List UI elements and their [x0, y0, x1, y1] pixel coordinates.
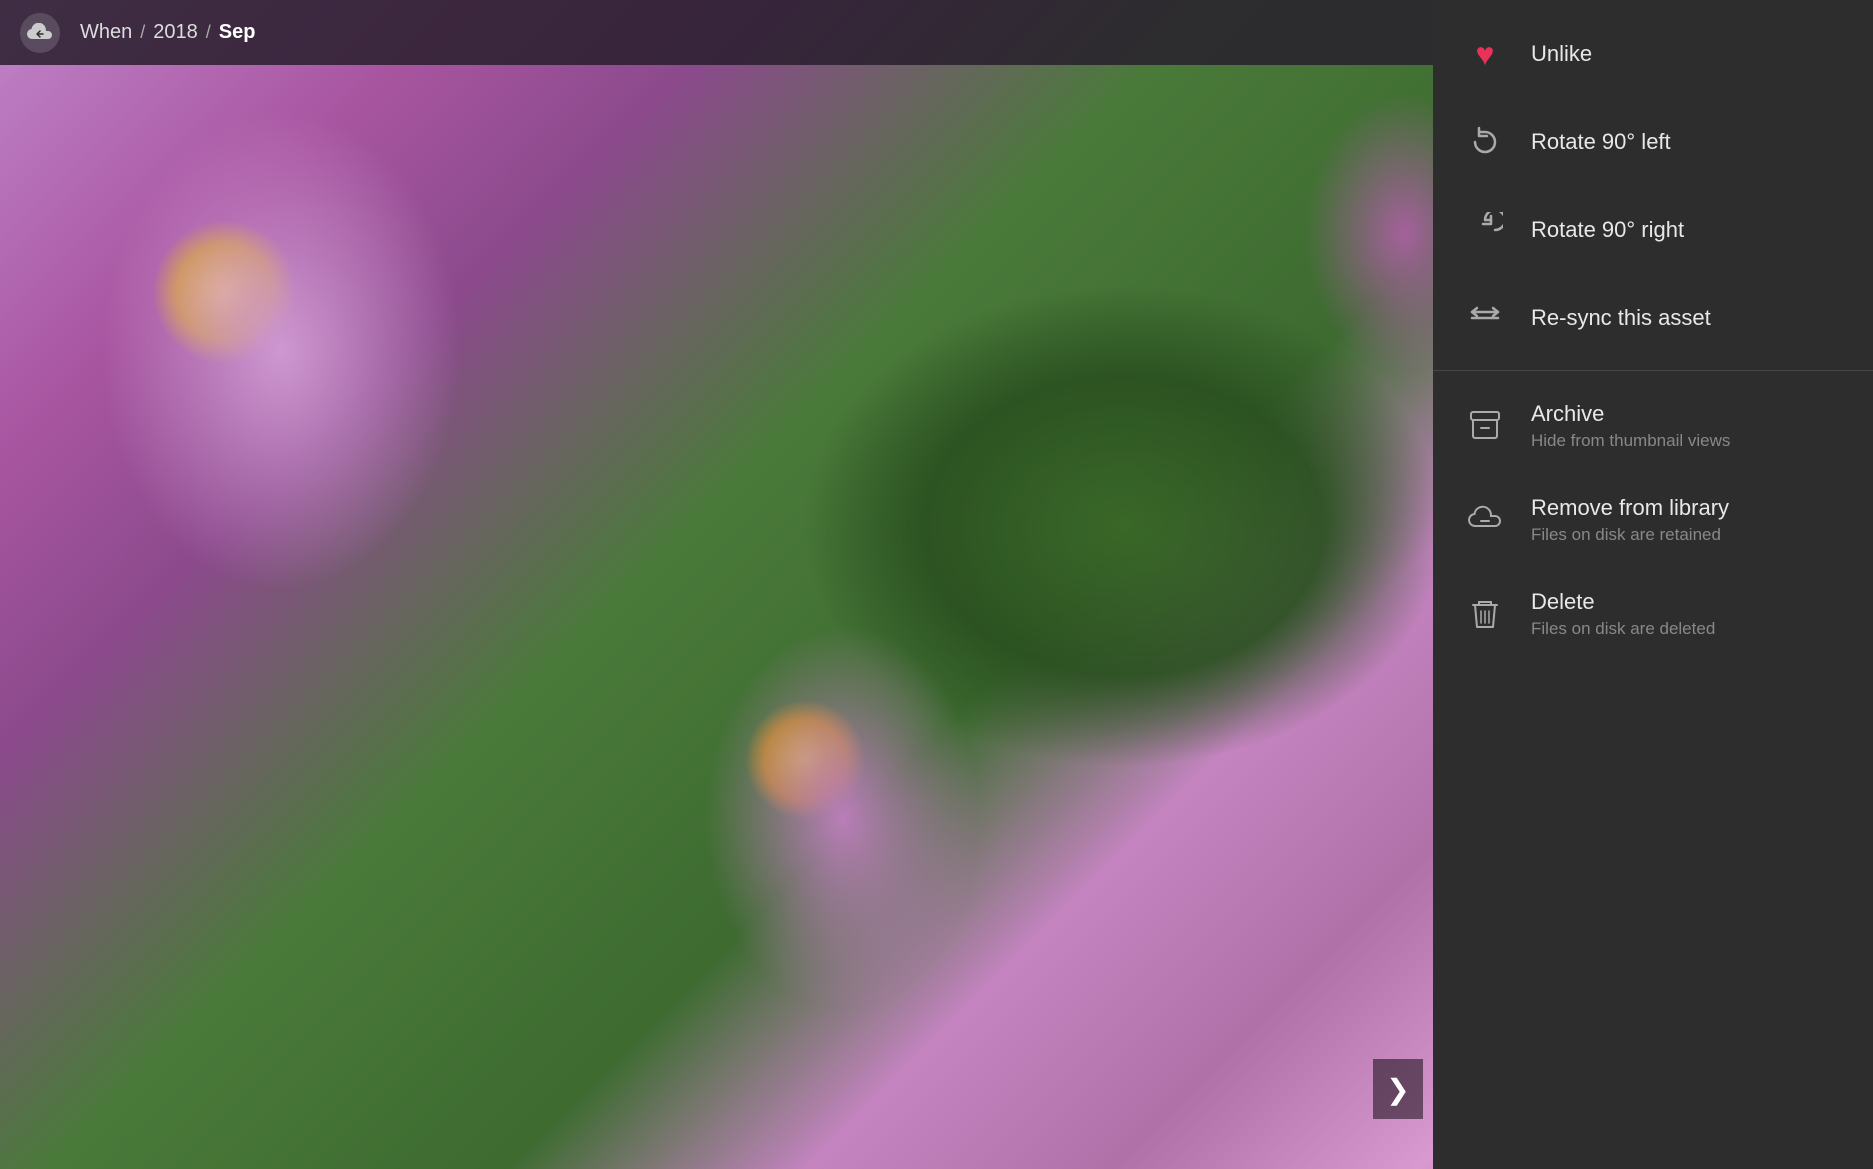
- menu-item-rotate-left[interactable]: Rotate 90° left: [1433, 98, 1873, 186]
- menu-item-remove-from-library[interactable]: Remove from library Files on disk are re…: [1433, 473, 1873, 567]
- breadcrumb: When / 2018 / Sep: [80, 21, 1471, 44]
- menu-item-rotate-right[interactable]: Rotate 90° right: [1433, 186, 1873, 274]
- menu-text-archive: Archive Hide from thumbnail views: [1531, 401, 1730, 451]
- menu-sublabel-remove-from-library: Files on disk are retained: [1531, 525, 1729, 545]
- menu-item-resync[interactable]: Re-sync this asset: [1433, 274, 1873, 362]
- trash-icon: [1463, 592, 1507, 636]
- menu-label-resync: Re-sync this asset: [1531, 305, 1711, 331]
- menu-sublabel-delete: Files on disk are deleted: [1531, 619, 1715, 639]
- breadcrumb-month[interactable]: Sep: [219, 21, 256, 44]
- archive-icon: [1463, 404, 1507, 448]
- breadcrumb-sep1: /: [140, 22, 145, 43]
- menu-divider: [1433, 370, 1873, 371]
- menu-label-remove-from-library: Remove from library: [1531, 495, 1729, 521]
- rotate-right-icon: [1463, 208, 1507, 252]
- menu-label-rotate-left: Rotate 90° left: [1531, 129, 1671, 155]
- menu-text-delete: Delete Files on disk are deleted: [1531, 589, 1715, 639]
- menu-text-rotate-left: Rotate 90° left: [1531, 129, 1671, 155]
- menu-label-delete: Delete: [1531, 589, 1715, 615]
- breadcrumb-year[interactable]: 2018: [153, 21, 198, 44]
- rotate-left-icon: [1463, 120, 1507, 164]
- resync-icon: [1463, 296, 1507, 340]
- remove-cloud-icon: [1463, 498, 1507, 542]
- menu-item-unlike[interactable]: ♥ Unlike: [1433, 10, 1873, 98]
- menu-item-archive[interactable]: Archive Hide from thumbnail views: [1433, 379, 1873, 473]
- menu-label-unlike: Unlike: [1531, 41, 1592, 67]
- menu-sublabel-archive: Hide from thumbnail views: [1531, 431, 1730, 451]
- next-arrow[interactable]: ❯: [1373, 1059, 1423, 1119]
- menu-label-archive: Archive: [1531, 401, 1730, 427]
- heart-icon: ♥: [1463, 32, 1507, 76]
- menu-text-remove-from-library: Remove from library Files on disk are re…: [1531, 495, 1729, 545]
- menu-text-rotate-right: Rotate 90° right: [1531, 217, 1684, 243]
- breadcrumb-sep2: /: [206, 22, 211, 43]
- app-icon[interactable]: [20, 13, 60, 53]
- menu-label-rotate-right: Rotate 90° right: [1531, 217, 1684, 243]
- context-menu: ♥ Unlike Rotate 90° left Rotate 90° righ…: [1433, 0, 1873, 1169]
- breadcrumb-when[interactable]: When: [80, 21, 132, 44]
- menu-text-resync: Re-sync this asset: [1531, 305, 1711, 331]
- menu-text-unlike: Unlike: [1531, 41, 1592, 67]
- menu-item-delete[interactable]: Delete Files on disk are deleted: [1433, 567, 1873, 661]
